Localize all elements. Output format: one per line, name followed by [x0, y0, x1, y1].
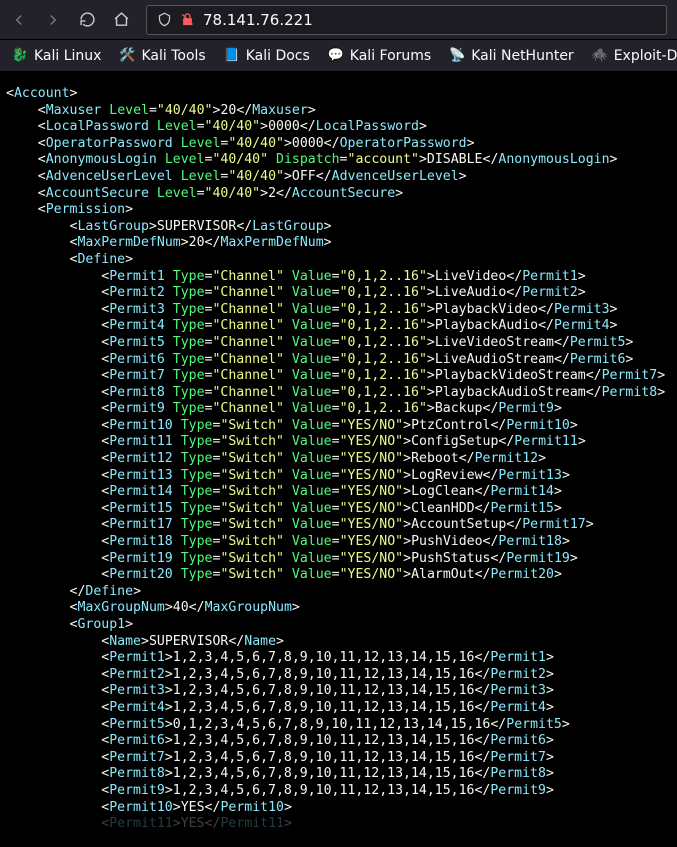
url-text: 78.141.76.221 — [203, 11, 313, 29]
bookmark-icon: 📘 — [224, 48, 240, 64]
bookmark-label: Kali NetHunter — [471, 48, 573, 64]
url-bar[interactable]: 78.141.76.221 — [146, 5, 667, 35]
bookmarks-bar: 🐉 Kali Linux 🛠️ Kali Tools 📘 Kali Docs 💬 Kali F… — [0, 40, 677, 72]
bookmark-label: Kali Docs — [246, 48, 310, 64]
insecure-lock-icon — [180, 12, 195, 27]
shield-icon — [157, 12, 172, 27]
reload-button[interactable] — [78, 11, 96, 29]
back-button[interactable] — [10, 11, 28, 29]
bookmark-label: Kali Linux — [34, 48, 101, 64]
bookmark-item[interactable]: 🕷️ Exploit-DB — [592, 48, 677, 64]
bookmark-label: Kali Forums — [350, 48, 431, 64]
bookmark-item[interactable]: 💬 Kali Forums — [328, 48, 431, 64]
bookmark-icon: 🛠️ — [119, 48, 135, 64]
forward-button[interactable] — [44, 11, 62, 29]
bookmark-icon: 💬 — [328, 48, 344, 64]
bookmark-item[interactable]: 📡 Kali NetHunter — [449, 48, 573, 64]
page-content: <Account> <Maxuser Level="40/40">20</Max… — [0, 72, 677, 847]
bookmark-label: Kali Tools — [141, 48, 205, 64]
bookmark-item[interactable]: 🛠️ Kali Tools — [119, 48, 205, 64]
browser-toolbar: 78.141.76.221 — [0, 0, 677, 40]
bookmark-item[interactable]: 📘 Kali Docs — [224, 48, 310, 64]
bookmark-icon: 📡 — [449, 48, 465, 64]
bookmark-label: Exploit-DB — [614, 48, 677, 64]
home-button[interactable] — [112, 11, 130, 29]
bookmark-item[interactable]: 🐉 Kali Linux — [12, 48, 101, 64]
bookmark-icon: 🕷️ — [592, 48, 608, 64]
bookmark-icon: 🐉 — [12, 48, 28, 64]
